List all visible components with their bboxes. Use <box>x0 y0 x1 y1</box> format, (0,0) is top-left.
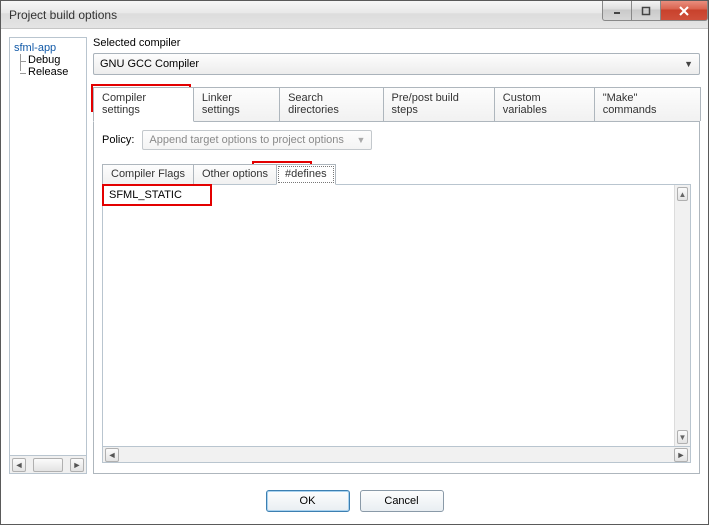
tree-horizontal-scrollbar[interactable]: ◄ ► <box>9 456 87 474</box>
cancel-button[interactable]: Cancel <box>360 490 444 512</box>
defines-vertical-scrollbar[interactable]: ▲ ▼ <box>674 185 690 446</box>
tab-make-commands[interactable]: "Make" commands <box>594 87 701 121</box>
close-button[interactable] <box>660 1 708 21</box>
right-panel: Selected compiler GNU GCC Compiler ▼ Com… <box>93 37 700 474</box>
window-title: Project build options <box>9 8 117 22</box>
window-controls <box>603 1 708 21</box>
scroll-up-icon[interactable]: ▲ <box>677 187 688 201</box>
tree-root[interactable]: sfml-app <box>14 42 82 54</box>
subtab-other-options[interactable]: Other options <box>193 164 277 184</box>
scroll-right-icon[interactable]: ► <box>674 448 688 462</box>
defines-input[interactable] <box>103 185 674 446</box>
tab-compiler-settings[interactable]: Compiler settings <box>93 87 194 122</box>
scroll-right-icon[interactable]: ► <box>70 458 84 472</box>
subtab-defines[interactable]: #defines <box>276 164 336 185</box>
project-build-options-dialog: Project build options sfml-app Debug Rel… <box>0 0 709 525</box>
sub-tabstrip: Compiler Flags Other options #defines <box>102 164 691 184</box>
minimize-button[interactable] <box>602 1 632 21</box>
tab-pre-post-build[interactable]: Pre/post build steps <box>383 87 495 121</box>
compiler-select[interactable]: GNU GCC Compiler ▼ <box>93 53 700 75</box>
compiler-settings-content: Policy: Append target options to project… <box>93 121 700 474</box>
defines-horizontal-scrollbar[interactable]: ◄ ► <box>102 447 691 463</box>
settings-tabs: Compiler settings Linker settings Search… <box>93 87 700 474</box>
chevron-down-icon: ▼ <box>356 135 365 145</box>
scroll-down-icon[interactable]: ▼ <box>677 430 688 444</box>
defines-editor-container: ▲ ▼ <box>102 184 691 447</box>
main-tabstrip: Compiler settings Linker settings Search… <box>93 87 700 121</box>
policy-select[interactable]: Append target options to project options… <box>142 130 372 150</box>
target-tree-panel: sfml-app Debug Release ◄ ► <box>9 37 87 474</box>
scroll-left-icon[interactable]: ◄ <box>12 458 26 472</box>
tab-custom-variables[interactable]: Custom variables <box>494 87 595 121</box>
chevron-down-icon: ▼ <box>684 59 693 69</box>
ok-button[interactable]: OK <box>266 490 350 512</box>
compiler-value: GNU GCC Compiler <box>100 58 199 70</box>
scroll-thumb[interactable] <box>33 458 63 472</box>
scroll-left-icon[interactable]: ◄ <box>105 448 119 462</box>
tab-linker-settings[interactable]: Linker settings <box>193 87 280 121</box>
maximize-button[interactable] <box>631 1 661 21</box>
tree-item-debug[interactable]: Debug <box>22 54 82 66</box>
selected-compiler-label: Selected compiler <box>93 37 700 49</box>
dialog-footer: OK Cancel <box>1 482 708 524</box>
titlebar[interactable]: Project build options <box>1 1 708 29</box>
tab-search-directories[interactable]: Search directories <box>279 87 383 121</box>
policy-value: Append target options to project options <box>149 134 343 146</box>
dialog-body: sfml-app Debug Release ◄ ► Selected comp… <box>1 29 708 482</box>
policy-label: Policy: <box>102 134 134 146</box>
policy-row: Policy: Append target options to project… <box>102 130 691 150</box>
subtab-compiler-flags[interactable]: Compiler Flags <box>102 164 194 184</box>
target-tree[interactable]: sfml-app Debug Release <box>9 37 87 456</box>
tree-item-release[interactable]: Release <box>22 66 82 78</box>
